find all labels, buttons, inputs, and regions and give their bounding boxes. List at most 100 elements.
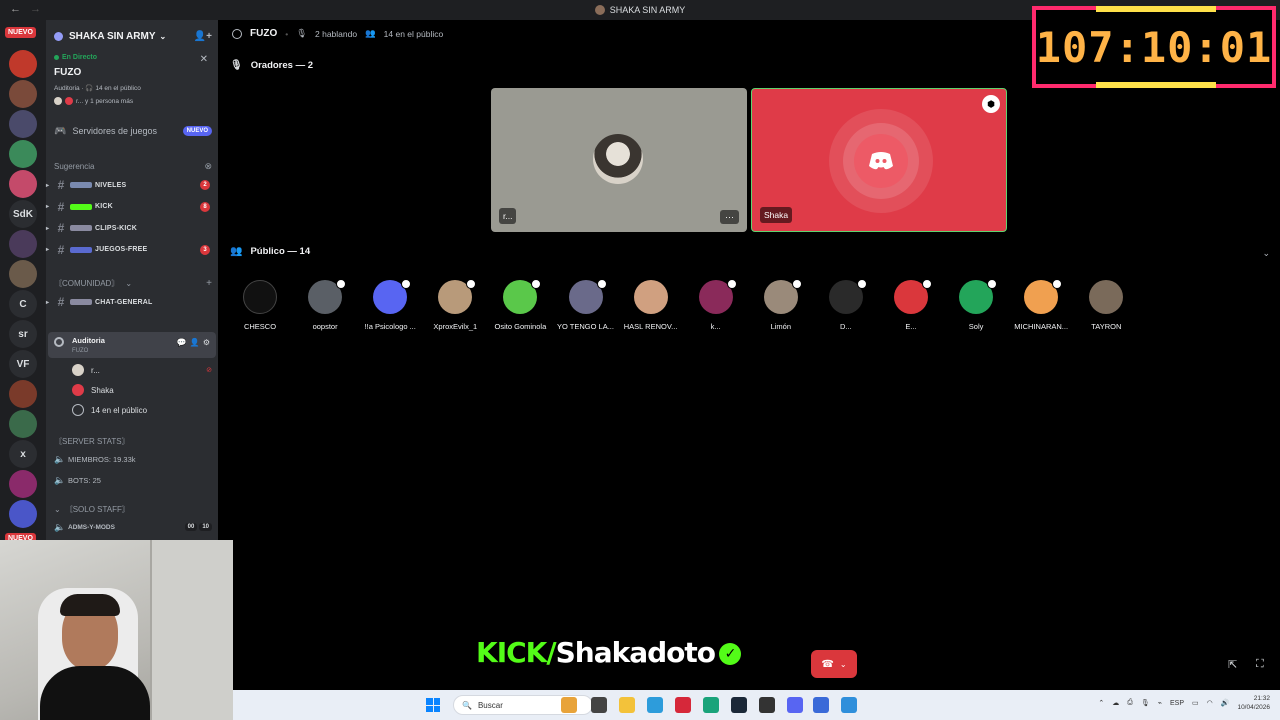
cloud-icon[interactable]: ☁ xyxy=(1112,699,1119,707)
add-channel-icon[interactable]: + xyxy=(206,278,212,289)
task-view-icon[interactable] xyxy=(591,697,607,713)
server-icon[interactable] xyxy=(9,500,37,528)
audience-name: MICHINARAN... xyxy=(1014,322,1069,331)
audience-member[interactable]: HASL RENOV... xyxy=(620,280,682,332)
user-limit: 00 10 xyxy=(184,523,212,531)
role-badge-icon xyxy=(596,279,607,289)
mic-icon[interactable]: 🎙 xyxy=(1141,699,1150,707)
gear-icon[interactable]: ⚙ xyxy=(203,338,210,347)
speaker-tile[interactable]: r... ··· xyxy=(491,88,747,232)
speakers-title: Oradores — 2 xyxy=(250,60,314,71)
server-header[interactable]: SHAKA SIN ARMY ⌄ 👤+ xyxy=(54,28,212,44)
chat-icon[interactable]: 💬 xyxy=(177,338,187,347)
wifi-icon[interactable]: ◠ xyxy=(1207,699,1213,707)
role-badge-icon xyxy=(987,279,998,289)
audience-member[interactable]: Osito Gominola xyxy=(489,279,551,332)
dismiss-icon[interactable]: ⊗ xyxy=(204,161,212,172)
chevron-up-icon[interactable]: ⌃ xyxy=(1098,699,1104,707)
audience-name: YO TENGO LA... xyxy=(557,322,614,331)
channel-item[interactable]: ▸ # CLIPS-KICK xyxy=(46,218,218,238)
game-servers-link[interactable]: 🎮 Servidores de juegos NUEVO xyxy=(54,124,212,138)
leave-stage-button[interactable]: ☎ ⌄ xyxy=(811,650,857,678)
server-icon[interactable]: SdK xyxy=(9,200,37,228)
channel-item[interactable]: ▸ # JUEGOS-FREE 3 xyxy=(46,240,218,260)
server-icon[interactable] xyxy=(9,50,37,78)
channel-item[interactable]: ▸ # NIVELES 2 xyxy=(46,175,218,195)
copilot-icon[interactable] xyxy=(647,697,663,713)
server-icon[interactable]: C xyxy=(9,290,37,318)
fullscreen-icon[interactable]: ⛶ xyxy=(1256,658,1264,671)
channel-chat-general[interactable]: ▸ # CHAT-GENERAL xyxy=(46,292,218,312)
audience-member[interactable]: !!a Psicologo ... xyxy=(359,279,421,332)
server-icon[interactable] xyxy=(9,410,37,438)
channel-emoji-icon xyxy=(70,182,92,188)
forward-arrow-icon[interactable]: → xyxy=(30,3,41,15)
chevron-down-icon[interactable]: ⌄ xyxy=(1262,248,1270,259)
headphones-icon xyxy=(72,404,84,416)
speaker-tile[interactable]: ⬢ Shaka xyxy=(751,88,1007,232)
popout-icon[interactable]: ⇱ xyxy=(1228,658,1237,671)
volume-icon[interactable]: 🔊 xyxy=(1221,699,1230,707)
obs-icon[interactable] xyxy=(759,697,775,713)
stage-user[interactable]: r... ⊘ xyxy=(72,362,212,378)
close-icon[interactable]: ✕ xyxy=(200,54,208,65)
stage-channel-auditoria[interactable]: Auditoria FUZO 💬 👤 ⚙ xyxy=(48,332,216,358)
app-icon[interactable] xyxy=(813,697,829,713)
live-stage-card[interactable]: En Directo FUZO Auditoria · 🎧 14 en el p… xyxy=(54,54,212,114)
audience-member[interactable]: D... xyxy=(815,279,877,332)
stage-main: FUZO • 🎙 2 hablando 👥 14 en el público 🎙… xyxy=(218,20,1280,690)
server-icon[interactable] xyxy=(9,170,37,198)
staff-label: 〘SOLO STAFF〙 xyxy=(64,505,130,514)
server-icon[interactable] xyxy=(9,260,37,288)
language-indicator[interactable]: ESP xyxy=(1170,700,1184,707)
server-icon[interactable] xyxy=(9,380,37,408)
server-stats-category[interactable]: 〘SERVER STATS〙 xyxy=(54,436,212,447)
timer-bar-top xyxy=(1096,6,1216,12)
audience-member[interactable]: Soly xyxy=(945,279,1007,332)
audience-member[interactable]: MICHINARAN... xyxy=(1010,279,1072,332)
server-icon[interactable]: sr xyxy=(9,320,37,348)
webcam-wall xyxy=(150,540,233,720)
notepad-icon[interactable] xyxy=(841,697,857,713)
display-icon[interactable]: ▭ xyxy=(1192,699,1199,707)
file-explorer-icon[interactable] xyxy=(619,697,635,713)
audience-member[interactable]: E... xyxy=(880,279,942,332)
server-icon[interactable] xyxy=(9,80,37,108)
audience-member[interactable]: oopstor xyxy=(294,279,356,332)
server-icon[interactable] xyxy=(9,470,37,498)
discord-taskbar-icon[interactable] xyxy=(787,697,803,713)
usb-icon[interactable]: ⌁ xyxy=(1158,699,1162,707)
server-icon[interactable] xyxy=(9,230,37,258)
audience-member[interactable]: Limón xyxy=(750,279,812,332)
stage-user[interactable]: Shaka xyxy=(72,382,212,398)
steam-icon[interactable] xyxy=(731,697,747,713)
more-options-icon[interactable]: ··· xyxy=(720,210,739,224)
printer-icon[interactable]: ⎙ xyxy=(1127,699,1133,707)
edge-icon[interactable] xyxy=(703,697,719,713)
clock[interactable]: 21:32 10/04/2026 xyxy=(1237,694,1270,712)
back-arrow-icon[interactable]: ← xyxy=(10,3,21,15)
widgets-icon[interactable] xyxy=(561,697,577,713)
timer-bar-bottom xyxy=(1096,82,1216,88)
server-icon[interactable]: VF xyxy=(9,350,37,378)
audience-member[interactable]: CHESCO xyxy=(229,280,291,332)
server-icon[interactable]: x xyxy=(9,440,37,468)
invite-icon[interactable]: 👤 xyxy=(190,338,200,347)
audience-member[interactable]: YO TENGO LA... xyxy=(555,279,617,332)
audience-member[interactable]: XproxEvilx_1 xyxy=(424,279,486,332)
channel-adms-y-mods[interactable]: 🔈 ADMS-Y-MODS 00 10 xyxy=(54,520,212,534)
server-icon[interactable] xyxy=(9,140,37,168)
server-icon[interactable] xyxy=(9,110,37,138)
audience-member[interactable]: k... xyxy=(685,279,747,332)
invite-people-icon[interactable]: 👤+ xyxy=(194,31,212,42)
stat-channel[interactable]: 🔈 MIEMBROS: 19.33k xyxy=(54,450,212,468)
channel-item[interactable]: ▸ # KICK 8 xyxy=(46,197,218,217)
stat-channel[interactable]: 🔈 BOTS: 25 xyxy=(54,471,212,489)
staff-category[interactable]: ⌄ 〘SOLO STAFF〙 xyxy=(54,504,212,515)
stage-user[interactable]: 14 en el público xyxy=(72,402,212,418)
wps-icon[interactable] xyxy=(675,697,691,713)
windows-start-icon[interactable] xyxy=(426,698,440,712)
audience-member[interactable]: TAYRON xyxy=(1075,280,1137,332)
community-category[interactable]: 〘COMUNIDAD〙 ⌄ + xyxy=(54,278,212,289)
timer-value: 107:10:01 xyxy=(1035,22,1273,72)
